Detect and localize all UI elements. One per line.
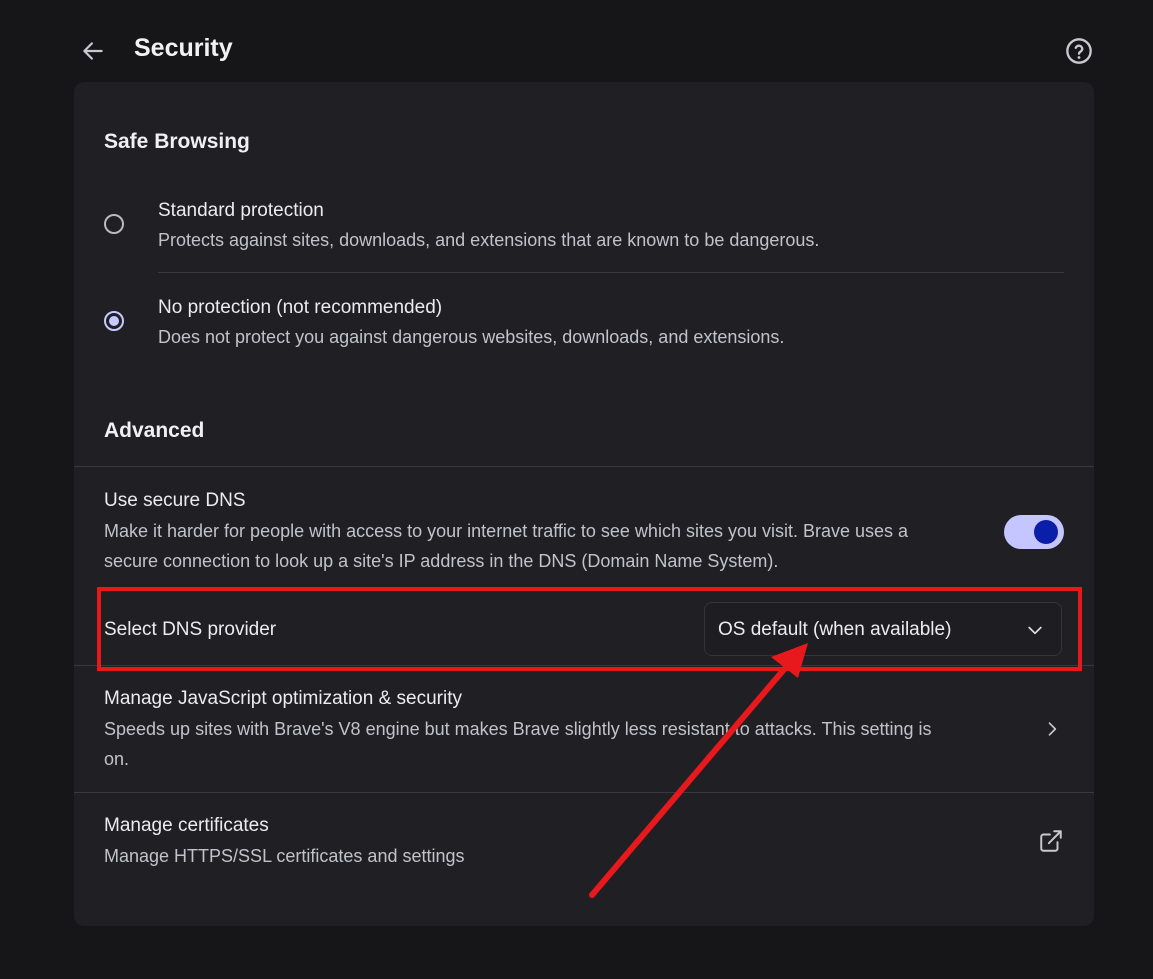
annotation-arrow-icon — [589, 643, 808, 898]
